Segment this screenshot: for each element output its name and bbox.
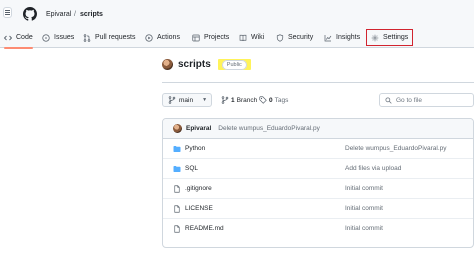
play-icon: [145, 33, 153, 42]
shield-icon: [276, 33, 284, 42]
repo-name[interactable]: scripts: [178, 59, 211, 70]
file-row[interactable]: README.md Initial commit: [163, 219, 473, 239]
go-to-file-placeholder: Go to file: [396, 96, 423, 104]
file-commit-message[interactable]: Initial commit: [345, 185, 383, 192]
tab-wiki-label: Wiki: [251, 34, 265, 41]
tab-code-label: Code: [16, 34, 33, 41]
branch-name: main: [179, 96, 194, 104]
file-name[interactable]: .gitignore: [185, 185, 212, 192]
commit-message[interactable]: Delete wumpus_EduardoPivaral.py: [218, 125, 320, 132]
table-icon: [192, 34, 200, 41]
latest-commit-bar: Epivaral Delete wumpus_EduardoPivaral.py: [163, 119, 473, 139]
branch-count-icon: [221, 96, 229, 104]
file-commit-message[interactable]: Initial commit: [345, 205, 383, 212]
repo-title-area: scripts Public: [162, 57, 251, 71]
tab-code[interactable]: Code: [4, 27, 33, 49]
file-row[interactable]: .gitignore Initial commit: [163, 179, 473, 199]
breadcrumb-repo-link[interactable]: scripts: [80, 11, 103, 18]
github-logo-icon[interactable]: [23, 7, 37, 21]
file-row[interactable]: LICENSE Initial commit: [163, 199, 473, 219]
commit-author-avatar[interactable]: [173, 124, 182, 133]
branch-count: 1: [231, 96, 235, 104]
folder-icon: [173, 166, 181, 172]
tab-pull-requests-label: Pull requests: [95, 34, 136, 41]
code-icon: [4, 35, 12, 40]
tag-count-label: Tags: [274, 96, 289, 104]
file-name[interactable]: SQL: [185, 165, 198, 172]
file-icon: [174, 185, 180, 193]
divider: [162, 82, 474, 83]
folder-icon: [173, 146, 181, 152]
tab-issues[interactable]: Issues: [42, 27, 74, 48]
tab-security[interactable]: Security: [276, 27, 313, 48]
file-commit-message[interactable]: Delete wumpus_EduardoPivaral.py: [345, 145, 447, 152]
file-name[interactable]: LICENSE: [185, 205, 213, 212]
graph-icon: [324, 34, 332, 41]
file-icon: [174, 205, 180, 213]
owner-avatar[interactable]: [162, 58, 173, 70]
breadcrumb-separator: /: [74, 11, 76, 18]
tab-security-label: Security: [288, 34, 314, 41]
tab-pull-requests[interactable]: Pull requests: [83, 27, 135, 48]
tab-settings[interactable]: Settings: [365, 29, 414, 46]
tab-actions-label: Actions: [157, 34, 180, 41]
file-commit-message[interactable]: Initial commit: [345, 225, 383, 232]
tab-settings-label: Settings: [383, 34, 409, 41]
search-icon: [385, 96, 392, 104]
visibility-highlight: Public: [217, 58, 251, 70]
file-name[interactable]: README.md: [185, 225, 224, 232]
breadcrumb-owner-link[interactable]: Epivaral: [46, 11, 71, 18]
file-commit-message[interactable]: Add files via upload: [345, 165, 401, 172]
tab-actions[interactable]: Actions: [145, 27, 180, 48]
pull-request-icon: [83, 33, 91, 42]
tab-insights-label: Insights: [336, 34, 361, 41]
branches-link[interactable]: 1 Branch: [221, 96, 257, 104]
tab-issues-label: Issues: [54, 34, 75, 41]
file-icon: [174, 225, 180, 233]
tab-projects-label: Projects: [204, 34, 230, 41]
tag-icon: [259, 96, 267, 104]
tab-wiki[interactable]: Wiki: [239, 27, 264, 48]
file-name[interactable]: Python: [185, 145, 205, 152]
top-header: Epivaral / scripts: [0, 0, 474, 27]
repo-nav-tabs: Code Issues Pull requests Actions Projec…: [0, 27, 474, 49]
file-list: Epivaral Delete wumpus_EduardoPivaral.py…: [162, 118, 474, 248]
book-icon: [239, 34, 247, 41]
branch-icon: [168, 96, 176, 104]
tag-count: 0: [269, 96, 273, 104]
go-to-file-input[interactable]: Go to file: [379, 93, 474, 107]
branch-count-label: Branch: [236, 96, 258, 104]
tags-link[interactable]: 0 Tags: [259, 96, 288, 104]
chevron-down-icon: ▼: [202, 97, 208, 103]
file-row[interactable]: SQL Add files via upload: [163, 159, 473, 179]
gear-icon: [371, 34, 379, 41]
tab-projects[interactable]: Projects: [192, 27, 229, 48]
tab-insights[interactable]: Insights: [324, 27, 360, 48]
commit-author[interactable]: Epivaral: [186, 125, 211, 132]
menu-icon[interactable]: [3, 7, 12, 18]
branch-select-button[interactable]: main ▼: [162, 93, 212, 107]
file-row[interactable]: Python Delete wumpus_EduardoPivaral.py: [163, 139, 473, 159]
visibility-badge: Public: [221, 59, 247, 70]
issue-icon: [42, 33, 50, 42]
